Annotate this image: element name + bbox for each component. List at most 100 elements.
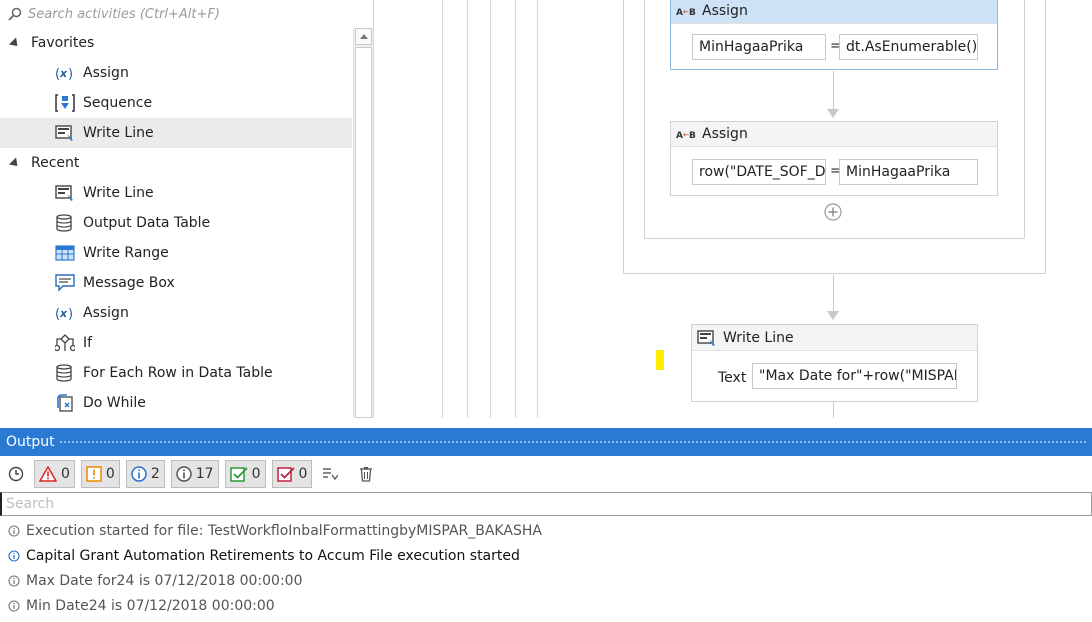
recent-item-if[interactable]: If bbox=[0, 328, 352, 358]
svg-text:): ) bbox=[68, 67, 73, 81]
connector-line bbox=[833, 275, 834, 311]
log-line[interactable]: Execution started for file: TestWorkfloI… bbox=[0, 518, 1092, 543]
favorite-item-assign[interactable]: (x) Assign bbox=[0, 58, 352, 88]
log-line[interactable]: Min Date24 is 07/12/2018 00:00:00 bbox=[0, 593, 1092, 618]
svg-text:A: A bbox=[676, 8, 683, 17]
collapse-triangle-icon[interactable] bbox=[8, 156, 22, 170]
do-while-icon bbox=[55, 394, 75, 412]
trace-icon bbox=[8, 574, 20, 587]
output-toolbar: 0 0 2 17 0 0 bbox=[0, 456, 1092, 492]
write-line-icon bbox=[697, 329, 719, 347]
recent-group[interactable]: Recent bbox=[0, 148, 352, 178]
message-box-icon bbox=[55, 274, 75, 292]
svg-text:B: B bbox=[689, 8, 696, 17]
sequence-icon bbox=[55, 94, 75, 112]
recent-item-message-box[interactable]: Message Box bbox=[0, 268, 352, 298]
critical-filter-button[interactable]: 0 bbox=[271, 460, 313, 488]
write-line-text-label: Text bbox=[718, 370, 747, 386]
output-panel: Output 0 0 2 17 0 0 Search Execution sta… bbox=[0, 428, 1092, 622]
errors-filter-button[interactable]: 0 bbox=[34, 460, 75, 488]
log-text: Max Date for24 is 07/12/2018 00:00:00 bbox=[26, 572, 303, 589]
output-search[interactable] bbox=[0, 492, 1092, 516]
write-line-activity[interactable]: Write Line Text "Max Date for"+row("MISP… bbox=[691, 324, 978, 402]
warnings-count: 0 bbox=[105, 466, 115, 482]
write-line-icon bbox=[55, 184, 75, 202]
recent-item-label: Do While bbox=[83, 395, 146, 411]
verbose-filter-button[interactable]: 0 bbox=[224, 460, 266, 488]
svg-text:B: B bbox=[689, 131, 696, 140]
output-title: Output bbox=[6, 434, 55, 450]
activities-search[interactable]: Search activities (Ctrl+Alt+F) bbox=[0, 0, 372, 28]
assign-activity-header[interactable]: A ← B Assign bbox=[671, 122, 997, 147]
favorite-item-label: Write Line bbox=[83, 125, 154, 141]
assign-activity-header[interactable]: A ← B Assign bbox=[671, 0, 997, 24]
log-line[interactable]: Max Date for24 is 07/12/2018 00:00:00 bbox=[0, 568, 1092, 593]
assign-to-field[interactable]: row("DATE_SOF_DI bbox=[692, 159, 826, 185]
assign-value-field[interactable]: MinHagaaPrika bbox=[839, 159, 978, 185]
recent-item-label: Write Line bbox=[83, 185, 154, 201]
assign-value-field[interactable]: dt.AsEnumerable(). bbox=[839, 34, 978, 60]
recent-item-for-each-row[interactable]: For Each Row in Data Table bbox=[0, 358, 352, 388]
info-icon bbox=[8, 549, 20, 562]
workflow-designer[interactable]: A ← B Assign MinHagaaPrika = dt.AsEnumerab… bbox=[374, 0, 1092, 418]
recent-item-write-range[interactable]: Write Range bbox=[0, 238, 352, 268]
assign-activity-title: Assign bbox=[702, 3, 748, 19]
recent-item-do-while[interactable]: Do While bbox=[0, 388, 352, 418]
connector-arrow-icon bbox=[827, 109, 839, 118]
activities-scrollbar[interactable] bbox=[353, 28, 373, 418]
svg-text:A: A bbox=[676, 131, 683, 140]
write-line-text-field[interactable]: "Max Date for"+row("MISPAF bbox=[752, 363, 957, 389]
container-border bbox=[515, 0, 516, 418]
collapse-triangle-icon[interactable] bbox=[8, 36, 22, 50]
title-grip bbox=[58, 440, 1088, 444]
datatable-icon bbox=[55, 214, 75, 232]
favorites-group[interactable]: Favorites bbox=[0, 28, 352, 58]
check-green-icon bbox=[229, 467, 248, 482]
activities-panel: Search activities (Ctrl+Alt+F) Favorites… bbox=[0, 0, 374, 418]
check-red-icon bbox=[276, 467, 295, 482]
output-search-input[interactable] bbox=[2, 495, 1091, 513]
filter-list-icon[interactable] bbox=[320, 464, 340, 484]
output-title-bar[interactable]: Output bbox=[0, 428, 1092, 456]
warnings-filter-button[interactable]: 0 bbox=[80, 460, 120, 488]
scrollbar-thumb[interactable] bbox=[355, 47, 372, 418]
container-border bbox=[537, 0, 538, 418]
recent-group-label: Recent bbox=[31, 155, 80, 171]
critical-count: 0 bbox=[298, 466, 308, 482]
add-activity-plus-icon[interactable] bbox=[824, 203, 842, 221]
warning-icon bbox=[86, 466, 102, 482]
assign-ab-icon: A ← B bbox=[676, 128, 698, 140]
connector-line bbox=[833, 402, 834, 418]
connector-arrow-icon bbox=[827, 311, 839, 320]
favorite-item-write-line[interactable]: Write Line bbox=[0, 118, 352, 148]
scroll-up-icon[interactable] bbox=[355, 28, 372, 45]
trace-filter-button[interactable]: 17 bbox=[170, 460, 219, 488]
recent-item-assign[interactable]: (x) Assign bbox=[0, 298, 352, 328]
assign-icon: (x) bbox=[55, 64, 75, 82]
log-text: Capital Grant Automation Retirements to … bbox=[26, 547, 520, 564]
recent-item-label: For Each Row in Data Table bbox=[83, 365, 273, 381]
recent-item-write-line[interactable]: Write Line bbox=[0, 178, 352, 208]
trace-count: 17 bbox=[195, 466, 214, 482]
errors-count: 0 bbox=[61, 466, 70, 482]
recent-item-label: Assign bbox=[83, 305, 129, 321]
clear-trash-icon[interactable] bbox=[356, 464, 376, 484]
verbose-count: 0 bbox=[251, 466, 261, 482]
info-filter-button[interactable]: 2 bbox=[125, 460, 165, 488]
favorite-item-sequence[interactable]: Sequence bbox=[0, 88, 352, 118]
clock-icon[interactable] bbox=[6, 464, 26, 484]
log-text: Min Date24 is 07/12/2018 00:00:00 bbox=[26, 597, 275, 614]
svg-text:x: x bbox=[59, 307, 68, 320]
assign-activity-1[interactable]: A ← B Assign MinHagaaPrika = dt.AsEnumerab… bbox=[670, 0, 998, 70]
log-line[interactable]: Capital Grant Automation Retirements to … bbox=[0, 543, 1092, 568]
assign-activity-2[interactable]: A ← B Assign row("DATE_SOF_DI = MinHagaaPr… bbox=[670, 121, 998, 196]
write-line-header[interactable]: Write Line bbox=[692, 325, 977, 351]
container-border bbox=[442, 0, 443, 418]
favorites-group-label: Favorites bbox=[31, 35, 95, 51]
svg-text:): ) bbox=[68, 307, 73, 321]
connector-line bbox=[833, 71, 834, 109]
trace-icon bbox=[8, 599, 20, 612]
debug-highlight-marker bbox=[656, 350, 664, 370]
assign-to-field[interactable]: MinHagaaPrika bbox=[692, 34, 826, 60]
recent-item-output-data-table[interactable]: Output Data Table bbox=[0, 208, 352, 238]
